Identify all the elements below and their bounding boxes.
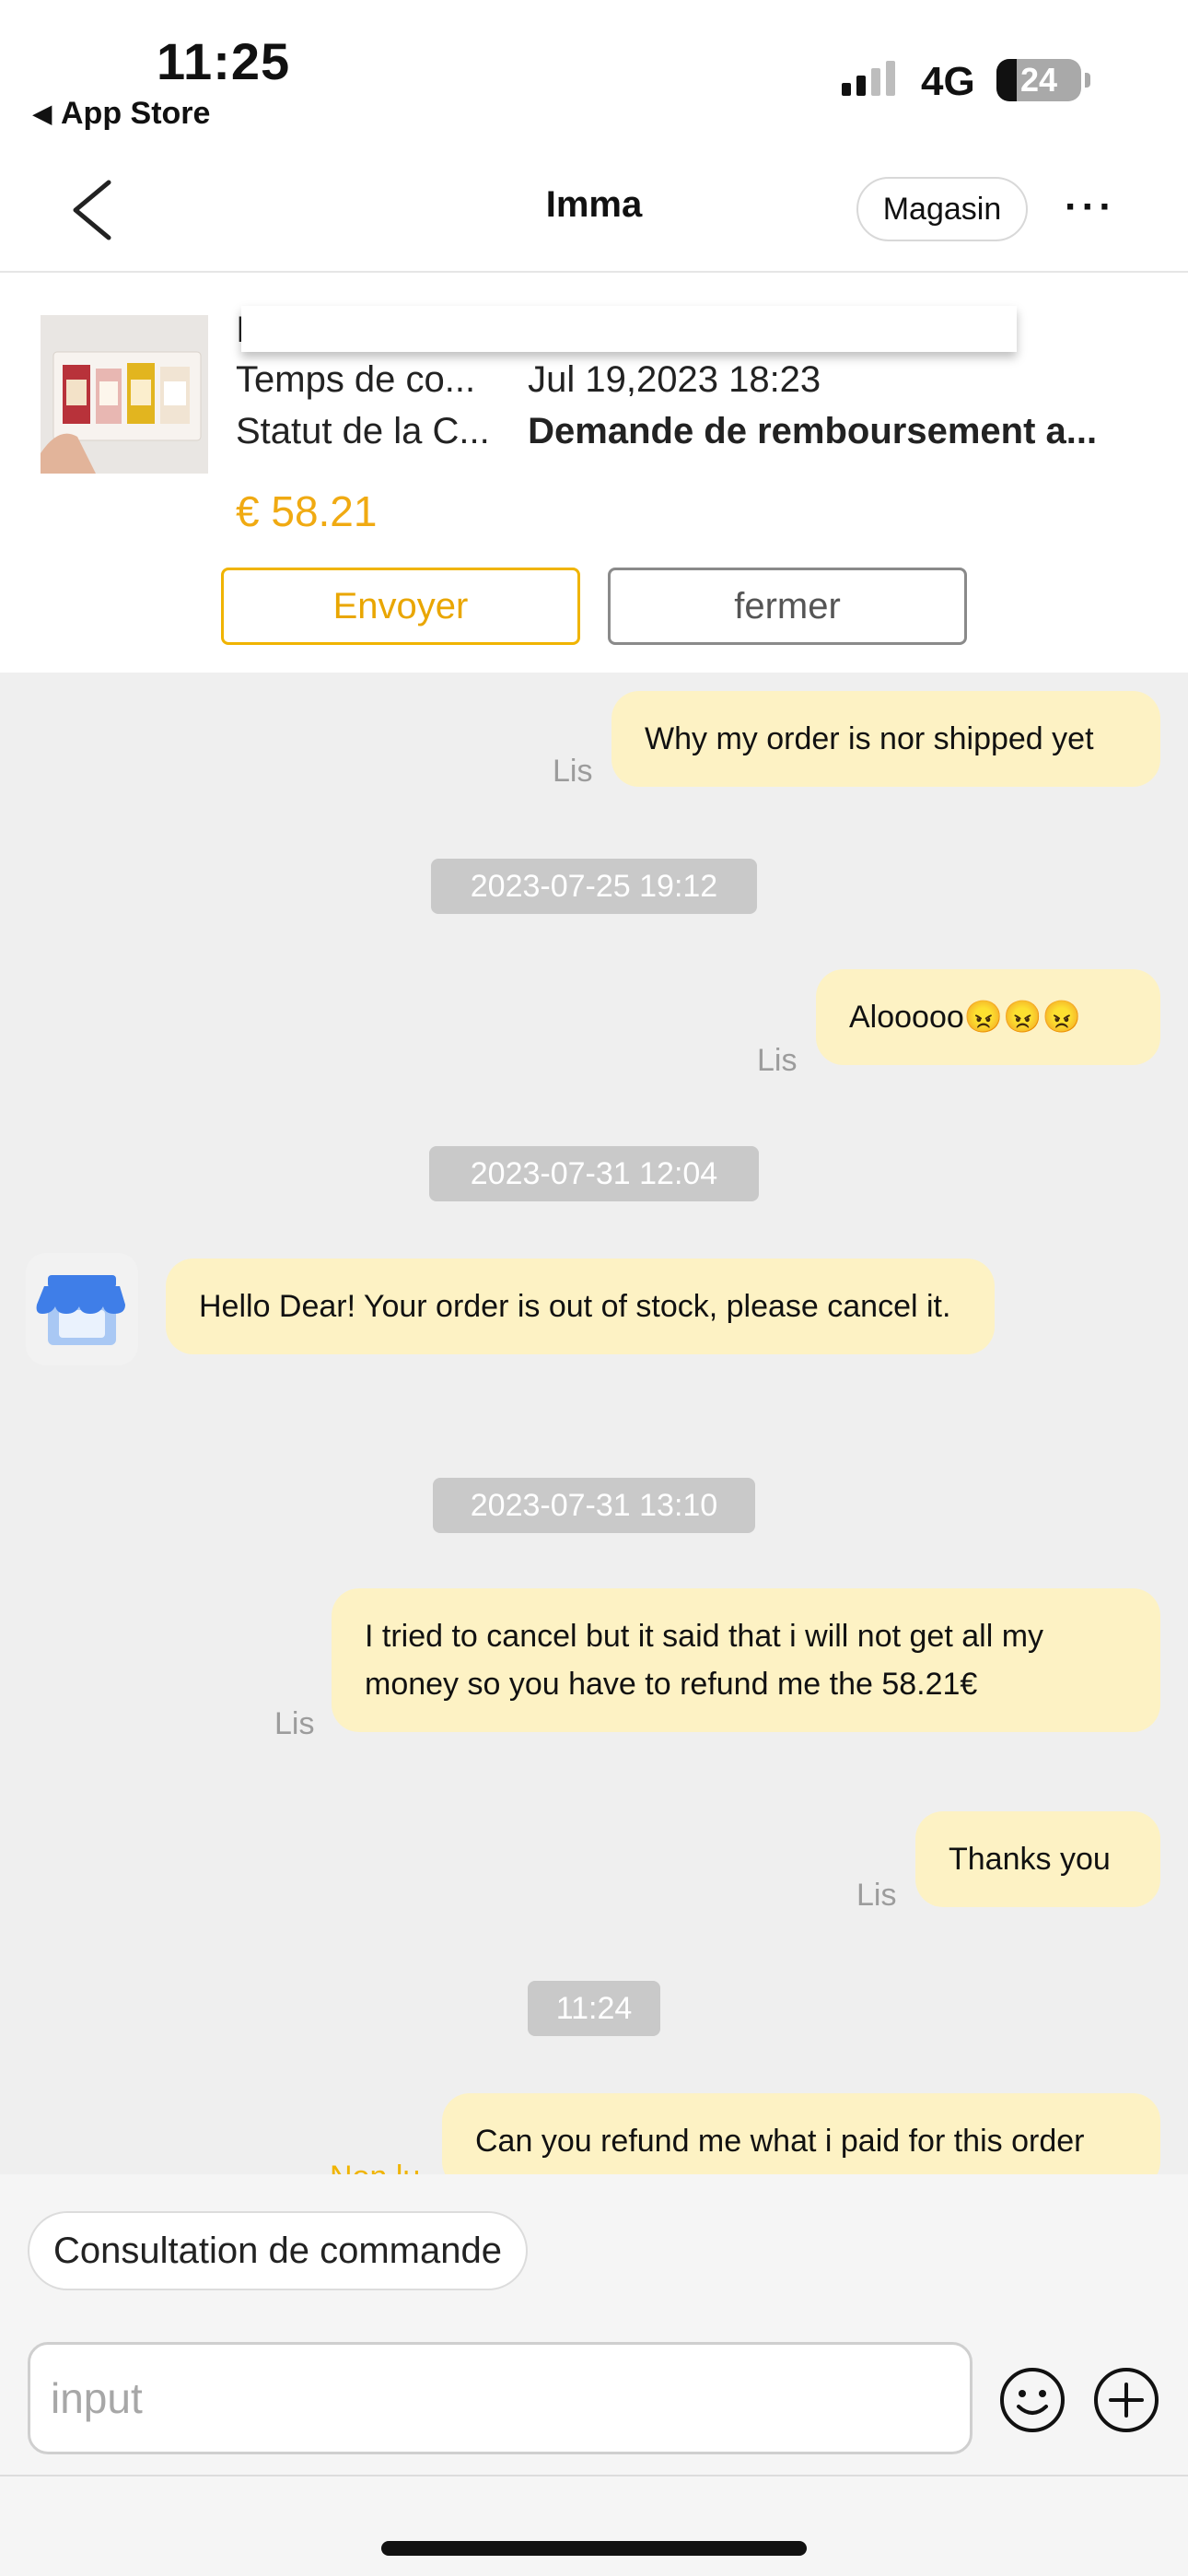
back-to-app-link[interactable]: ◀ App Store (33, 96, 210, 132)
order-status-value: Demande de remboursement a... (528, 411, 1098, 451)
timestamp: 2023-07-31 13:10 (433, 1478, 755, 1533)
message-bubble-outgoing[interactable]: Why my order is nor shipped yet (611, 691, 1160, 787)
battery-level: 24 (1019, 61, 1058, 99)
plus-icon[interactable] (1092, 2366, 1160, 2434)
message-sender: Lis (757, 1043, 798, 1078)
message-bubble-incoming[interactable]: Hello Dear! Your order is out of stock, … (166, 1259, 995, 1354)
perfume-box-image (41, 315, 208, 474)
timestamp: 2023-07-31 12:04 (429, 1146, 759, 1201)
overlay-popup (241, 306, 1017, 352)
order-card: I Temps de co... Jul 19,2023 18:23 Statu… (0, 273, 1188, 673)
store-button[interactable]: Magasin (856, 177, 1028, 241)
message-sender: Lis (856, 1878, 897, 1913)
order-price: € 58.21 (236, 487, 378, 535)
message-bubble-outgoing[interactable]: Alooooo😠😠😠 (816, 969, 1160, 1065)
order-status-row: Statut de la C... Demande de rembourseme… (236, 411, 1097, 452)
close-order-button[interactable]: fermer (608, 568, 967, 645)
emoji-icon[interactable] (998, 2366, 1066, 2434)
home-indicator[interactable] (381, 2541, 807, 2556)
order-status-label: Statut de la C... (236, 411, 490, 451)
message-bubble-outgoing[interactable]: I tried to cancel but it said that i wil… (332, 1588, 1160, 1732)
message-input[interactable]: input (28, 2342, 973, 2454)
top-bar: 11:25 ◀ App Store 4G 24 Imma Magasin ··· (0, 0, 1188, 273)
divider (0, 2475, 1188, 2476)
message-bubble-outgoing[interactable]: Can you refund me what i paid for this o… (442, 2093, 1160, 2174)
order-time-label: Temps de co... (236, 359, 476, 400)
shop-avatar[interactable] (26, 1253, 138, 1365)
composer-area: Consultation de commande input (0, 2174, 1188, 2576)
chat-area[interactable]: Lis Why my order is nor shipped yet 2023… (0, 673, 1188, 2174)
send-order-button[interactable]: Envoyer (221, 568, 580, 645)
product-thumbnail[interactable] (41, 315, 208, 474)
unread-status: Non lu (330, 2160, 420, 2174)
order-time-row: Temps de co... Jul 19,2023 18:23 (236, 359, 821, 401)
message-sender: Lis (553, 754, 593, 789)
back-app-label: App Store (61, 96, 211, 131)
timestamp: 2023-07-25 19:12 (431, 859, 757, 914)
cellular-signal-icon (842, 61, 895, 96)
status-time: 11:25 (157, 32, 291, 90)
shop-storefront-icon (36, 1275, 125, 1345)
battery-icon: 24 (996, 59, 1090, 101)
message-bubble-outgoing[interactable]: Thanks you (915, 1811, 1160, 1907)
more-dots-icon[interactable]: ··· (1065, 184, 1116, 230)
timestamp: 11:24 (528, 1981, 660, 2036)
back-triangle-icon: ◀ (33, 100, 52, 127)
message-sender: Lis (274, 1706, 315, 1741)
order-time-value: Jul 19,2023 18:23 (528, 359, 821, 400)
quick-reply-chip[interactable]: Consultation de commande (28, 2211, 528, 2290)
network-type: 4G (921, 59, 975, 104)
